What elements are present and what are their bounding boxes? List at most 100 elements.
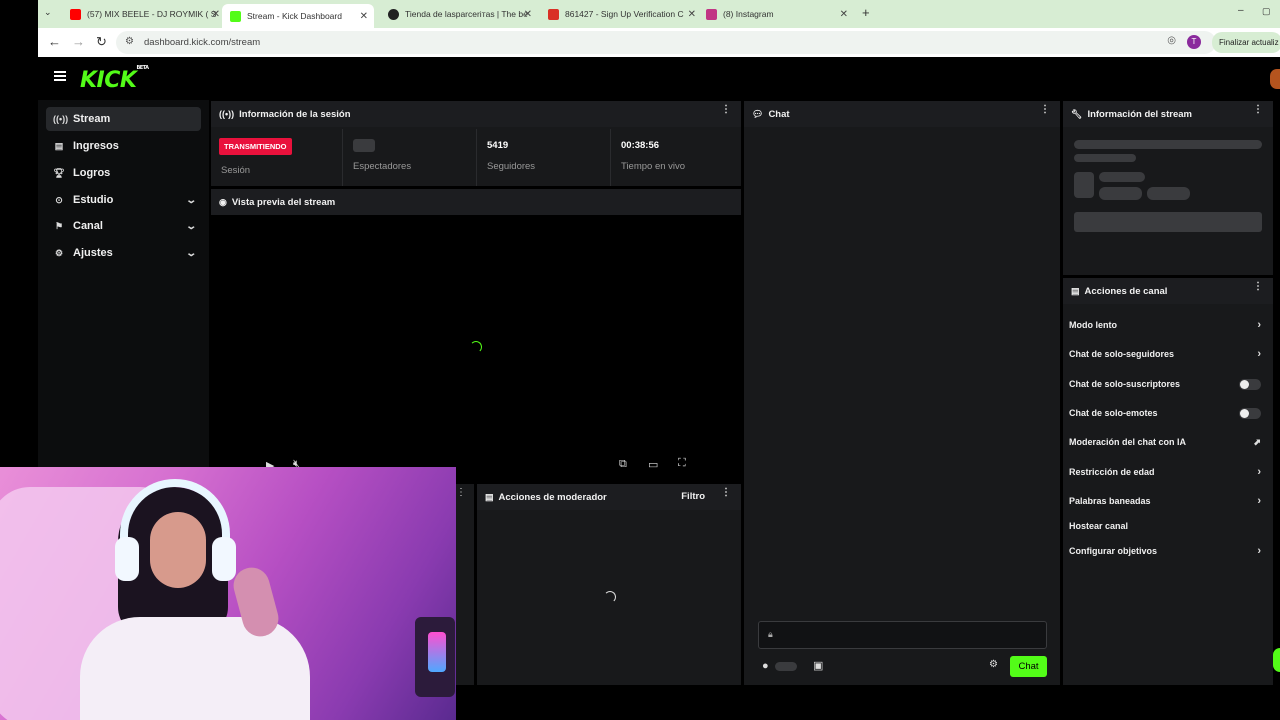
chevron-down-icon[interactable]: ⌄ xyxy=(185,221,197,232)
new-tab-button[interactable]: + xyxy=(862,5,870,20)
more-options-icon[interactable]: ⋮ xyxy=(456,488,466,498)
theater-mode-icon[interactable]: ▭ xyxy=(648,458,658,471)
followers-stat: 5419 Seguidores xyxy=(477,129,611,186)
close-tab-icon[interactable]: ✕ xyxy=(688,9,696,20)
site-info-icon[interactable]: ⚙ xyxy=(125,36,134,47)
gear-icon[interactable]: ⚙ xyxy=(989,659,998,670)
host-channel-row[interactable]: Hostear canal xyxy=(1069,516,1261,536)
users-icon[interactable]: ● xyxy=(762,660,769,672)
sidebar-item-ajustes[interactable]: ⚙ Ajustes ⌄ xyxy=(46,241,201,265)
emotes-only-row: Chat de solo-emotes xyxy=(1069,403,1261,423)
panel-title: Acciones de canal xyxy=(1084,285,1168,297)
more-options-icon[interactable]: ⋮ xyxy=(1253,282,1263,292)
panel-title: Acciones de moderador xyxy=(498,491,607,503)
avatar[interactable] xyxy=(1270,69,1280,89)
store-icon[interactable]: ▣ xyxy=(813,659,823,672)
banned-words-row[interactable]: Palabras baneadas › xyxy=(1069,491,1261,511)
url-input[interactable]: ⚙ dashboard.kick.com/stream ◎ ☆ xyxy=(116,31,1216,54)
browser-tab[interactable]: 861427 - Sign Up Verification C ✕ xyxy=(548,4,696,24)
tab-title: (8) Instagram xyxy=(723,9,774,19)
more-options-icon[interactable]: ⋮ xyxy=(721,105,731,115)
money-icon: ▤ xyxy=(54,140,64,151)
chat-input[interactable]: 🔒︎ xyxy=(758,621,1047,649)
panel-header: ◉ Vista previa del stream xyxy=(211,189,741,215)
chevron-down-icon[interactable]: ⌄ xyxy=(185,195,197,206)
viewers-stat: Espectadores xyxy=(343,129,477,186)
sidebar-item-stream[interactable]: ((•)) Stream xyxy=(46,107,201,131)
close-tab-icon[interactable]: ✕ xyxy=(524,9,532,20)
moderator-actions-panel: ▤ Acciones de moderador Filtro ⋮ xyxy=(477,484,741,685)
panel-header: 💬︎ Chat ⋮ xyxy=(744,101,1060,127)
sidebar-item-label: Canal xyxy=(73,220,103,232)
tab-search-button[interactable]: ⌄ xyxy=(44,7,52,18)
age-restriction-row[interactable]: Restricción de edad › xyxy=(1069,462,1261,482)
eye-icon: ◉ xyxy=(219,196,227,207)
person-body xyxy=(80,617,310,720)
kick-logo[interactable]: KICKBETA xyxy=(80,65,149,93)
sidebar-item-estudio[interactable]: ⊙ Estudio ⌄ xyxy=(46,188,201,212)
more-options-icon[interactable]: ⋮ xyxy=(1253,105,1263,115)
document-icon: ▤ xyxy=(485,491,494,502)
broadcast-icon: ((•)) xyxy=(219,109,235,119)
site-header: KICKBETA xyxy=(38,57,1280,100)
chat-bubble-icon: 💬︎ xyxy=(752,108,764,119)
skeleton-tag xyxy=(1099,187,1142,200)
subscribers-only-toggle[interactable] xyxy=(1239,378,1261,390)
picture-in-picture-icon[interactable]: ⧉ xyxy=(619,458,627,471)
settings-icon: ⚙ xyxy=(54,247,64,258)
stat-label: Sesión xyxy=(221,165,251,176)
kick-icon xyxy=(230,10,241,22)
rgb-light xyxy=(428,632,446,672)
sidebar-item-label: Estudio xyxy=(73,194,114,206)
url-text: dashboard.kick.com/stream xyxy=(144,37,261,48)
stat-label: Espectadores xyxy=(353,161,412,172)
stream-info-panel: 🔧︎ Información del stream ⋮ xyxy=(1063,101,1273,275)
panel-title: Información del stream xyxy=(1087,108,1192,120)
browser-tab[interactable]: Tienda de lasparcerітas | The be ✕ xyxy=(388,4,532,24)
chevron-right-icon: › xyxy=(1257,545,1261,557)
browser-tab-active[interactable]: Stream - Kick Dashboard ✕ xyxy=(222,4,374,28)
set-goals-row[interactable]: Configurar objetivos › xyxy=(1069,541,1261,561)
back-arrow-icon[interactable]: ← xyxy=(48,34,61,49)
ai-moderation-row[interactable]: Moderación del chat con IA ⬈ xyxy=(1069,432,1261,452)
row-label: Hostear canal xyxy=(1069,521,1129,531)
chevron-down-icon[interactable]: ⌄ xyxy=(185,248,197,259)
sidebar-item-ingresos[interactable]: ▤ Ingresos xyxy=(46,134,201,158)
browser-tab[interactable]: (8) Instagram ✕ xyxy=(706,4,848,24)
emotes-only-toggle[interactable] xyxy=(1239,407,1261,419)
stat-label: Tiempo en vivo xyxy=(621,161,686,172)
fullscreen-icon[interactable]: ⛶ xyxy=(678,457,686,470)
row-label: Configurar objetivos xyxy=(1069,546,1158,556)
followers-only-row[interactable]: Chat de solo-seguidores › xyxy=(1069,344,1261,364)
more-options-icon[interactable]: ⋮ xyxy=(1040,105,1050,115)
filter-button[interactable]: Filtro xyxy=(681,491,705,502)
forward-arrow-icon[interactable]: → xyxy=(72,34,85,49)
live-time-stat: 00:38:56 Tiempo en vivo xyxy=(611,129,741,186)
help-bubble[interactable] xyxy=(1273,648,1280,672)
more-options-icon[interactable]: ⋮ xyxy=(721,488,731,498)
close-tab-icon[interactable]: ✕ xyxy=(212,9,220,20)
tab-title: Tienda de lasparcerітas | The be xyxy=(405,9,528,19)
reload-icon[interactable]: ↻ xyxy=(96,34,107,50)
toggle-pill[interactable] xyxy=(775,662,797,671)
broadcast-icon: ((•)) xyxy=(53,114,69,124)
external-link-icon: ⬈ xyxy=(1253,436,1261,447)
menu-icon[interactable] xyxy=(54,71,66,81)
maximize-button[interactable]: ▢ xyxy=(1262,6,1271,17)
close-tab-icon[interactable]: ✕ xyxy=(840,9,848,20)
studio-icon: ⊙ xyxy=(55,194,63,205)
close-tab-icon[interactable]: ✕ xyxy=(360,11,368,22)
sidebar-item-canal[interactable]: ⚑ Canal ⌄ xyxy=(46,214,201,238)
profile-avatar[interactable]: T xyxy=(1187,35,1201,49)
minimize-button[interactable]: – xyxy=(1238,5,1244,16)
eye-off-icon[interactable]: ◎ xyxy=(1167,35,1176,46)
chat-send-button[interactable]: Chat xyxy=(1010,656,1047,677)
skeleton-button xyxy=(1074,212,1262,232)
slow-mode-row[interactable]: Modo lento › xyxy=(1069,315,1261,335)
update-button[interactable]: Finalizar actualiz xyxy=(1212,32,1280,53)
sidebar-item-label: Ajustes xyxy=(73,247,113,259)
headphone-right-cup xyxy=(212,537,236,581)
chevron-right-icon: › xyxy=(1257,319,1261,331)
browser-tab[interactable]: (57) MIX BEELE - DJ ROYMIK ( S ✕ xyxy=(70,4,220,24)
sidebar-item-logros[interactable]: 🏆︎ Logros xyxy=(46,161,201,185)
